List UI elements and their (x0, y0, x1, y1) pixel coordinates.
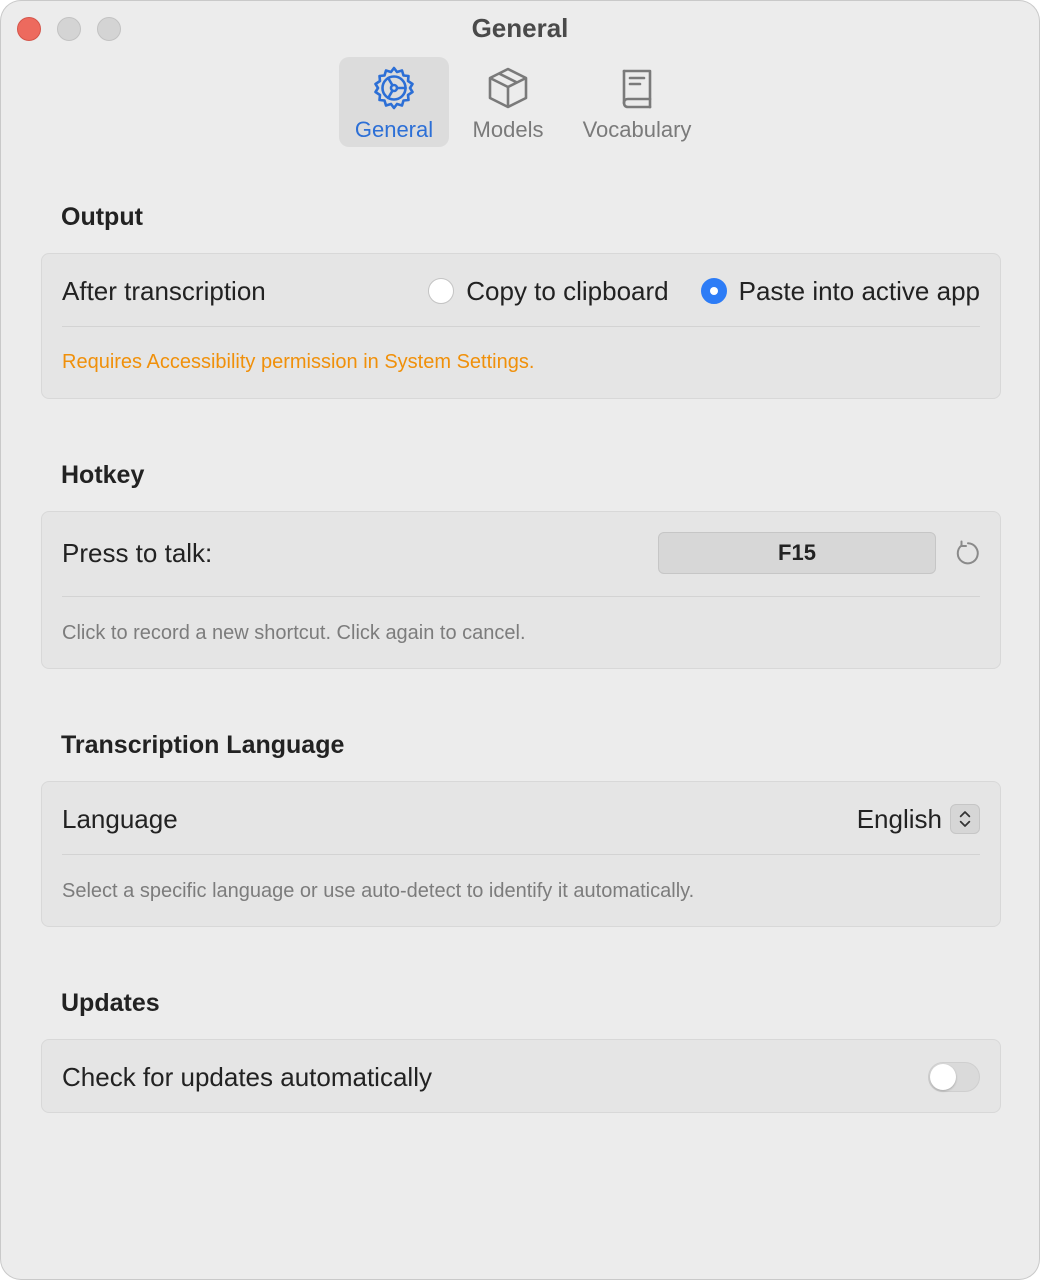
section-title-language: Transcription Language (61, 731, 345, 759)
toolbar-tabs: General Models Vocabulary (339, 57, 707, 147)
auto-update-row: Check for updates automatically (62, 1058, 980, 1096)
radio-label: Copy to clipboard (466, 275, 669, 306)
divider (62, 596, 980, 597)
tab-label: General (354, 117, 434, 142)
tab-label: Models (472, 117, 544, 142)
radio-copy-to-clipboard[interactable]: Copy to clipboard (428, 275, 669, 307)
radio-circle (428, 278, 455, 304)
language-value: English (856, 803, 942, 834)
gear-icon (374, 66, 414, 110)
press-to-talk-label: Press to talk: (62, 537, 213, 568)
auto-update-toggle[interactable] (928, 1062, 980, 1092)
language-row: Language English (62, 800, 980, 838)
after-transcription-row: After transcription Copy to clipboard Pa… (62, 272, 980, 310)
accessibility-warning: Requires Accessibility permission in Sys… (62, 351, 535, 373)
reset-icon[interactable] (952, 539, 980, 567)
book-icon (622, 69, 652, 109)
updates-card: Check for updates automatically (41, 1039, 1001, 1113)
press-to-talk-row: Press to talk: F15 (62, 532, 980, 574)
radio-circle-selected (700, 278, 727, 304)
language-card: Language English Select a specific langu… (41, 781, 1001, 927)
divider (62, 854, 980, 855)
cube-icon (488, 67, 528, 109)
tab-general[interactable]: General (339, 57, 449, 147)
language-hint: Select a specific language or use auto-d… (62, 880, 695, 902)
settings-window: General General Models Vocabulary Output… (1, 1, 1039, 1279)
window-title: General (471, 13, 569, 43)
radio-label: Paste into active app (738, 275, 980, 306)
auto-update-label: Check for updates automatically (62, 1061, 432, 1092)
radio-paste-into-active-app[interactable]: Paste into active app (700, 275, 980, 307)
hotkey-recorder-button[interactable]: F15 (658, 532, 936, 574)
output-card: After transcription Copy to clipboard Pa… (41, 253, 1001, 399)
after-transcription-label: After transcription (62, 275, 266, 306)
chevron-up-down-icon (950, 804, 980, 834)
divider (62, 326, 980, 327)
section-title-hotkey: Hotkey (61, 461, 145, 489)
section-title-updates: Updates (61, 989, 160, 1017)
language-label: Language (62, 803, 178, 834)
section-title-output: Output (61, 203, 143, 231)
hotkey-card: Press to talk: F15 Click to record a new… (41, 511, 1001, 669)
hotkey-hint: Click to record a new shortcut. Click ag… (62, 622, 526, 644)
language-select[interactable]: English (857, 804, 980, 835)
tab-label: Vocabulary (582, 117, 692, 142)
tab-models[interactable]: Models (453, 57, 563, 147)
tab-vocabulary[interactable]: Vocabulary (567, 57, 707, 147)
toggle-knob (930, 1064, 956, 1090)
